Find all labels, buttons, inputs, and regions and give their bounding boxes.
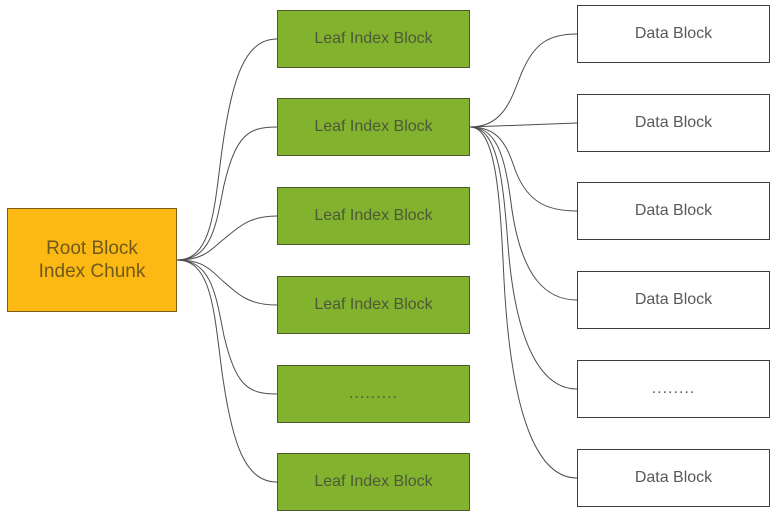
node-leaf-index-block-6[interactable]: Leaf Index Block xyxy=(277,453,470,511)
node-data-block-6[interactable]: Data Block xyxy=(577,449,770,507)
node-data-label-2: Data Block xyxy=(634,114,713,132)
node-leaf-index-block-4[interactable]: Leaf Index Block xyxy=(277,276,470,334)
edge-root-to-leaf-5 xyxy=(176,259,278,395)
node-leaf-index-block-2[interactable]: Leaf Index Block xyxy=(277,98,470,156)
edge-root-to-leaf-4 xyxy=(176,259,278,306)
edge-root-to-leaf-1 xyxy=(176,38,278,261)
node-leaf-label-ellipsis: ......... xyxy=(348,385,398,403)
edge-leaf-to-data-5 xyxy=(469,126,578,390)
edge-root-to-leaf-3 xyxy=(176,215,278,261)
node-leaf-label-6: Leaf Index Block xyxy=(314,473,433,491)
node-leaf-label-4: Leaf Index Block xyxy=(314,296,433,314)
node-data-label-1: Data Block xyxy=(634,25,713,43)
edge-leaf-to-data-3 xyxy=(469,126,578,212)
node-leaf-index-block-3[interactable]: Leaf Index Block xyxy=(277,187,470,245)
edge-leaf-to-data-1 xyxy=(469,33,578,128)
node-leaf-label-3: Leaf Index Block xyxy=(314,207,433,225)
node-data-label-4: Data Block xyxy=(634,291,713,309)
edge-leaf-to-data-4 xyxy=(469,126,578,301)
node-data-label-ellipsis: ........ xyxy=(651,380,696,398)
node-leaf-label-2: Leaf Index Block xyxy=(314,118,433,136)
node-data-label-6: Data Block xyxy=(634,469,713,487)
node-data-block-1[interactable]: Data Block xyxy=(577,5,770,63)
node-leaf-index-block-ellipsis: ......... xyxy=(277,365,470,423)
node-data-label-3: Data Block xyxy=(634,202,713,220)
node-data-block-4[interactable]: Data Block xyxy=(577,271,770,329)
edge-leaf-to-data-2 xyxy=(469,122,578,128)
edge-root-to-leaf-6 xyxy=(176,259,278,483)
node-root-label: Root Block Index Chunk xyxy=(38,237,146,282)
node-root-block-index-chunk[interactable]: Root Block Index Chunk xyxy=(7,208,177,312)
edge-leaf-to-data-6 xyxy=(469,126,578,479)
node-leaf-index-block-1[interactable]: Leaf Index Block xyxy=(277,10,470,68)
node-data-block-ellipsis: ........ xyxy=(577,360,770,418)
hfile-index-diagram: Root Block Index Chunk Leaf Index Block … xyxy=(0,0,776,519)
node-leaf-label-1: Leaf Index Block xyxy=(314,30,433,48)
node-data-block-2[interactable]: Data Block xyxy=(577,94,770,152)
node-data-block-3[interactable]: Data Block xyxy=(577,182,770,240)
edge-root-to-leaf-2 xyxy=(176,126,278,261)
